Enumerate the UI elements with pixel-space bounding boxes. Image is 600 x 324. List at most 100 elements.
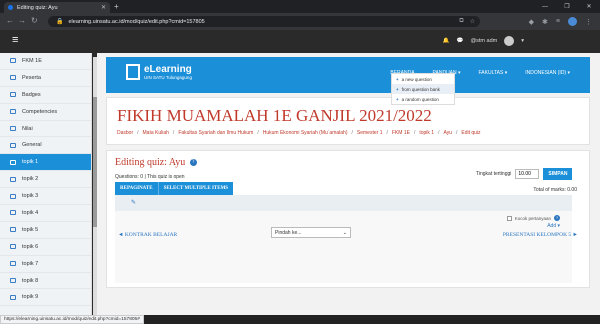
- close-window-icon[interactable]: ✕: [578, 0, 600, 13]
- sidebar-item[interactable]: Nilai: [0, 121, 91, 138]
- breadcrumb-separator: /: [257, 130, 259, 136]
- folder-icon: [10, 193, 16, 199]
- favicon-icon: [8, 5, 13, 10]
- sidebar-item-label: FKM 1E: [22, 57, 42, 64]
- save-button[interactable]: SIMPAN: [543, 168, 573, 180]
- sidebar-item[interactable]: topik 1: [0, 154, 91, 172]
- folder-icon: [10, 92, 16, 98]
- window-controls: — ❐ ✕: [534, 0, 600, 13]
- breadcrumb-item[interactable]: topik 1: [419, 130, 434, 136]
- menu-language[interactable]: INDONESIAN (ID) ▾: [525, 70, 570, 76]
- lock-icon: 🔒: [56, 19, 64, 25]
- avatar[interactable]: [504, 36, 515, 46]
- sidebar-item[interactable]: topik 8: [0, 273, 91, 290]
- back-icon[interactable]: ←: [6, 16, 14, 25]
- sidebar-item[interactable]: topik 2: [0, 171, 91, 189]
- sidebar-item-label: Peserta: [22, 74, 41, 81]
- extension-icon[interactable]: ◆: [529, 18, 534, 26]
- breadcrumb-item[interactable]: Hukum Ekonomi Syariah (Mu`amalah): [263, 130, 348, 136]
- breadcrumb-item[interactable]: Ayu: [443, 130, 452, 136]
- select-multiple-button[interactable]: SELECT MULTIPLE ITEMS: [157, 182, 234, 195]
- folder-icon: [10, 126, 16, 131]
- breadcrumb-separator: /: [438, 130, 440, 136]
- breadcrumb-item[interactable]: FKM 1E: [392, 130, 410, 136]
- course-sidebar: FKM 1E Peserta Badges Competencies Nilai Gene…: [0, 53, 92, 315]
- breadcrumb-separator: /: [351, 130, 353, 136]
- quiz-info: Questions: 0 | This quiz is open: [115, 174, 185, 180]
- reload-icon[interactable]: ↻: [31, 16, 38, 25]
- sidebar-item-label: topik 2: [22, 176, 39, 183]
- breadcrumb-separator: /: [386, 130, 388, 136]
- logo-subtitle: UIN SATU Tulungagung: [144, 75, 192, 80]
- edit-pencil-icon[interactable]: ✎: [131, 199, 136, 206]
- add-random-question[interactable]: + a random question: [392, 94, 454, 104]
- max-grade-row: Tingkat tertinggi SIMPAN: [476, 168, 573, 180]
- folder-icon: [10, 278, 16, 284]
- max-grade-input[interactable]: [515, 169, 540, 179]
- add-new-question[interactable]: + a new question: [392, 74, 454, 84]
- sidebar-item[interactable]: General: [0, 137, 91, 155]
- menu-dots-icon[interactable]: ⋮: [585, 18, 592, 26]
- breadcrumb-item[interactable]: Fakultas Syariah dan Ilmu Hukum: [178, 130, 253, 136]
- max-grade-label: Tingkat tertinggi: [476, 171, 512, 177]
- forward-icon[interactable]: →: [18, 16, 26, 25]
- puzzle-icon[interactable]: ✱: [542, 18, 548, 26]
- shuffle-checkbox[interactable]: [506, 215, 512, 221]
- sidebar-item-label: topik 3: [22, 193, 39, 200]
- address-bar[interactable]: 🔒 elearning.uinsatu.ac.id/mod/quiz/edit.…: [48, 16, 480, 27]
- add-menu-toggle[interactable]: Add ▾: [547, 223, 560, 229]
- repaginate-button[interactable]: REPAGINATE: [115, 182, 158, 195]
- plus-icon: +: [396, 76, 399, 82]
- sidebar-item-label: topik 8: [22, 277, 39, 284]
- hamburger-menu-icon[interactable]: ≡: [12, 34, 18, 46]
- jump-to-select[interactable]: Pindah ke... ⌄: [271, 227, 351, 238]
- tab-close-icon[interactable]: ✕: [101, 4, 106, 11]
- new-tab-icon[interactable]: +: [114, 2, 119, 11]
- profile-icon[interactable]: [568, 17, 577, 26]
- shuffle-label: Kocok pertanyaan: [514, 215, 551, 221]
- quiz-section: ✎ Kocok pertanyaan ? Add ▾: [115, 195, 572, 283]
- status-url: https://elearning.uinsatu.ac.id/mod/quiz…: [0, 315, 144, 324]
- logo-title: eLearning: [144, 64, 192, 75]
- minimize-icon[interactable]: —: [534, 0, 556, 13]
- sidebar-item[interactable]: topik 7: [0, 256, 91, 273]
- add-from-bank-label: from question bank: [401, 86, 440, 92]
- sidebar-item[interactable]: topik 6: [0, 239, 91, 256]
- sidebar-item[interactable]: topik 4: [0, 205, 91, 222]
- user-name[interactable]: @stm adm: [471, 38, 498, 44]
- breadcrumb-item[interactable]: Semester 1: [357, 130, 383, 136]
- sidebar-item[interactable]: Competencies: [0, 104, 91, 121]
- messages-icon[interactable]: 💬: [457, 38, 464, 44]
- breadcrumb-item[interactable]: Dasbor: [117, 130, 133, 136]
- breadcrumb-item[interactable]: Edit quiz: [461, 130, 480, 136]
- share-icon[interactable]: ⧉: [459, 18, 463, 25]
- browser-tabbar: Editing quiz: Ayu ✕ + — ❐ ✕: [0, 0, 600, 13]
- folder-icon: [10, 210, 16, 216]
- help-icon[interactable]: ?: [189, 159, 197, 167]
- browser-tab[interactable]: Editing quiz: Ayu ✕: [4, 2, 110, 13]
- notification-bell-icon[interactable]: 🔔: [443, 38, 450, 44]
- user-menu-chevron-icon[interactable]: ▾: [521, 38, 524, 44]
- folder-icon: [10, 227, 16, 233]
- shuffle-help-icon[interactable]: ?: [554, 215, 560, 221]
- bookmark-star-icon[interactable]: ☆: [470, 18, 475, 25]
- site-logo[interactable]: eLearning UIN SATU Tulungagung: [126, 64, 192, 80]
- folder-icon: [10, 58, 16, 64]
- add-from-question-bank[interactable]: + from question bank: [392, 84, 454, 94]
- sidebar-item[interactable]: topik 3: [0, 188, 91, 206]
- sidebar-item[interactable]: topik 9: [0, 289, 91, 307]
- next-activity-link[interactable]: PRESENTASI KELOMPOK 5 ►: [503, 232, 578, 238]
- sidebar-item[interactable]: Peserta: [0, 70, 91, 87]
- section-header: [115, 195, 572, 211]
- sidebar-item[interactable]: FKM 1E: [0, 53, 91, 70]
- sidebar-item[interactable]: topik 5: [0, 222, 91, 239]
- breadcrumb-separator: /: [455, 130, 458, 136]
- media-icon[interactable]: ≡: [556, 18, 560, 25]
- folder-icon: [10, 109, 16, 115]
- quiz-heading-text: Editing quiz: Ayu: [115, 157, 186, 168]
- maximize-icon[interactable]: ❐: [556, 0, 578, 13]
- menu-fakultas[interactable]: FAKULTAS ▾: [479, 70, 508, 76]
- breadcrumb-item[interactable]: Mata Kuliah: [143, 130, 169, 136]
- sidebar-item[interactable]: Badges: [0, 87, 91, 104]
- prev-activity-link[interactable]: ◄ KONTRAK BELAJAR: [118, 232, 177, 238]
